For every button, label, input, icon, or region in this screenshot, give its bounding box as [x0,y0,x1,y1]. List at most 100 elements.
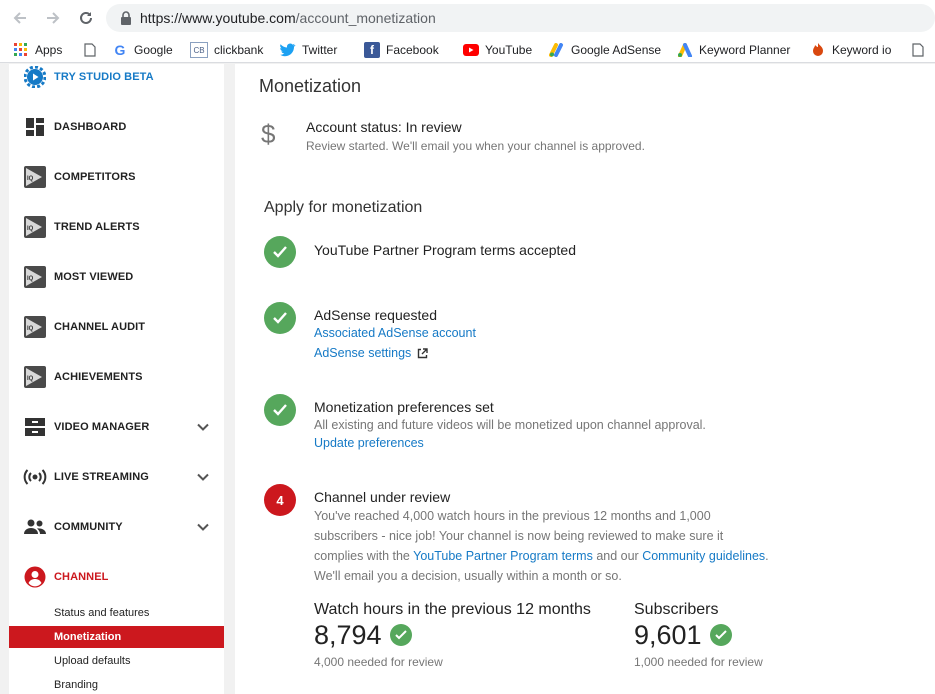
sidebar-item-label: TREND ALERTS [54,221,140,233]
main-content: Monetization $ Account status: In review… [235,64,935,694]
sidebar-subitem-upload-defaults[interactable]: Upload defaults [9,650,224,672]
chevron-down-icon[interactable] [196,470,210,484]
forward-arrow-icon[interactable] [43,8,63,28]
twitter-icon [280,42,296,58]
update-preferences-link[interactable]: Update preferences [314,436,424,450]
sidebar-item-label: LIVE STREAMING [54,471,149,483]
sidebar-subitem-monetization[interactable]: Monetization [9,626,224,648]
svg-text:IQ: IQ [27,376,34,382]
bookmark-label: Keyword io [832,43,892,57]
bookmark-blank-2[interactable] [910,41,932,59]
sidebar-item-label: COMPETITORS [54,171,136,183]
sidebar-item-most-viewed[interactable]: IQ MOST VIEWED [9,252,224,302]
sidebar-item-video-manager[interactable]: VIDEO MANAGER [9,402,224,452]
dashboard-icon [23,115,47,139]
youtube-icon [463,42,479,58]
url-text: https://www.youtube.com/account_monetiza… [140,10,436,26]
community-icon [23,515,47,539]
keyword-planner-icon [677,42,693,58]
sidebar-item-channel-audit[interactable]: IQ CHANNEL AUDIT [9,302,224,352]
subscribers-value: 9,601 [634,620,702,650]
review-text-fragment: . [765,549,769,563]
check-circle-icon [710,624,732,646]
sidebar-subitem-branding[interactable]: Branding [9,674,224,694]
blank-page-icon [910,42,926,58]
sidebar-item-label: CHANNEL AUDIT [54,321,146,333]
vidiq-icon: IQ [23,265,47,289]
vidiq-icon: IQ [23,365,47,389]
step-review-line3: complies with the YouTube Partner Progra… [314,546,769,566]
adsense-settings-label: AdSense settings [314,346,412,360]
bookmark-adsense[interactable]: Google AdSense [549,41,661,59]
sidebar-subitem-label: Branding [54,679,99,691]
live-streaming-icon [23,465,47,489]
url-field[interactable]: https://www.youtube.com/account_monetiza… [106,4,935,32]
bookmark-twitter[interactable]: Twitter [280,41,337,59]
sidebar-item-channel[interactable]: CHANNEL [9,552,224,602]
sidebar-item-trend-alerts[interactable]: IQ TREND ALERTS [9,202,224,252]
subscribers-note: 1,000 needed for review [634,655,763,669]
page: TRY STUDIO BETA DASHBOARD IQ COMPETITORS… [0,64,935,694]
sidebar-item-community[interactable]: COMMUNITY [9,502,224,552]
bookmark-youtube[interactable]: YouTube [463,41,532,59]
step-number-badge: 4 [264,484,296,516]
adsense-account-link[interactable]: Associated AdSense account [314,326,476,340]
vidiq-icon: IQ [23,165,47,189]
sidebar-item-label: COMMUNITY [54,521,123,533]
sidebar-item-achievements[interactable]: IQ ACHIEVEMENTS [9,352,224,402]
url-host: https://www.youtube.com [140,10,296,26]
chevron-down-icon[interactable] [196,520,210,534]
watch-hours-label: Watch hours in the previous 12 months [314,601,591,618]
keyword-io-icon [810,42,826,58]
page-title: Monetization [259,76,362,96]
url-path: /account_monetization [295,10,436,26]
svg-text:IQ: IQ [27,276,34,282]
account-status-title: Account status: In review [306,119,462,135]
sidebar-item-label: CHANNEL [54,571,109,583]
apply-heading: Apply for monetization [264,199,423,216]
sidebar-item-label: VIDEO MANAGER [54,421,150,433]
external-link-icon [418,347,428,358]
chevron-down-icon[interactable] [196,420,210,434]
bookmark-label: Facebook [386,43,439,57]
partner-program-terms-link[interactable]: YouTube Partner Program terms [413,549,593,563]
sidebar-scrollbar[interactable] [224,64,234,694]
bookmark-facebook[interactable]: f Facebook [364,41,439,59]
adsense-settings-link[interactable]: AdSense settings [314,346,428,360]
review-text-fragment: and our [592,549,643,563]
sidebar: TRY STUDIO BETA DASHBOARD IQ COMPETITORS… [9,64,224,694]
vidiq-icon: IQ [23,215,47,239]
step-terms-title: YouTube Partner Program terms accepted [314,242,576,258]
sidebar-item-label: TRY STUDIO BETA [54,71,154,83]
bookmark-keyword-io[interactable]: Keyword io [810,41,891,59]
bookmark-label: Twitter [302,43,338,57]
watch-hours-value: 8,794 [314,620,382,650]
account-status-subtitle: Review started. We'll email you when you… [306,139,645,153]
studio-gear-icon [23,65,47,89]
bookmark-label: Keyword Planner [699,43,791,57]
sidebar-item-try-studio-beta[interactable]: TRY STUDIO BETA [9,52,224,102]
sidebar-subitem-label: Status and features [54,607,150,619]
video-manager-icon [23,415,47,439]
review-text-fragment: complies with the [314,549,414,563]
check-circle-icon [264,394,296,426]
bookmark-keyword-planner[interactable]: Keyword Planner [677,41,790,59]
facebook-icon: f [364,42,380,58]
back-arrow-icon[interactable] [10,8,30,28]
step-prefs-text: All existing and future videos will be m… [314,418,706,432]
sidebar-item-competitors[interactable]: IQ COMPETITORS [9,152,224,202]
check-circle-icon [264,236,296,268]
sidebar-item-live-streaming[interactable]: LIVE STREAMING [9,452,224,502]
check-circle-icon [264,302,296,334]
reload-icon[interactable] [76,8,96,28]
subscribers-label: Subscribers [634,601,719,618]
sidebar-subitem-status-and-features[interactable]: Status and features [9,602,224,624]
step-review-title: Channel under review [314,489,451,505]
sidebar-item-label: ACHIEVEMENTS [54,371,143,383]
lock-icon [121,11,131,25]
check-circle-icon [390,624,412,646]
step-review-line1: You've reached 4,000 watch hours in the … [314,509,711,523]
bookmark-label: Google AdSense [571,43,662,57]
community-guidelines-link[interactable]: Community guidelines [642,549,765,563]
sidebar-item-dashboard[interactable]: DASHBOARD [9,102,224,152]
